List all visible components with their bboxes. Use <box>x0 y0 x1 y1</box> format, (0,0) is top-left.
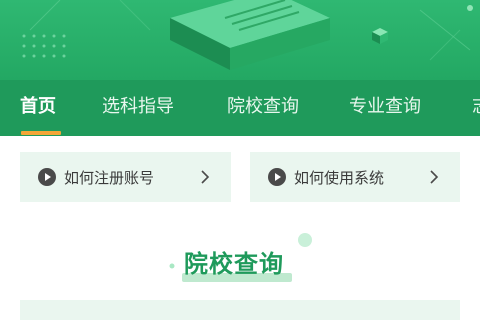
play-icon <box>268 168 286 186</box>
nav-item-truncated[interactable]: 志 <box>472 80 480 136</box>
banner-illustration <box>22 0 473 70</box>
nav-active-indicator <box>21 131 61 135</box>
section-header: 院校查询 <box>160 228 320 288</box>
cube-decoration <box>372 28 388 44</box>
nav-item-subject-guide[interactable]: 选科指导 <box>102 80 174 136</box>
main-nav: 首页 选科指导 院校查询 专业查询 志 <box>0 80 480 136</box>
help-card-register[interactable]: 如何注册账号 <box>20 152 231 202</box>
nav-item-college-search[interactable]: 院校查询 <box>227 80 299 136</box>
help-card-usage-label: 如何使用系统 <box>294 168 385 187</box>
section-title: 院校查询 <box>184 250 284 278</box>
help-card-register-label: 如何注册账号 <box>64 168 155 187</box>
content-panel <box>20 300 460 320</box>
nav-item-major-search[interactable]: 专业查询 <box>349 80 421 136</box>
header-banner <box>0 0 480 80</box>
help-card-usage[interactable]: 如何使用系统 <box>250 152 460 202</box>
dot-grid-decoration <box>22 34 66 58</box>
chevron-right-icon <box>201 170 210 184</box>
play-icon <box>38 168 56 186</box>
nav-item-home[interactable]: 首页 <box>20 80 56 136</box>
isometric-platform-graphic <box>170 0 330 70</box>
chevron-right-icon <box>430 170 439 184</box>
